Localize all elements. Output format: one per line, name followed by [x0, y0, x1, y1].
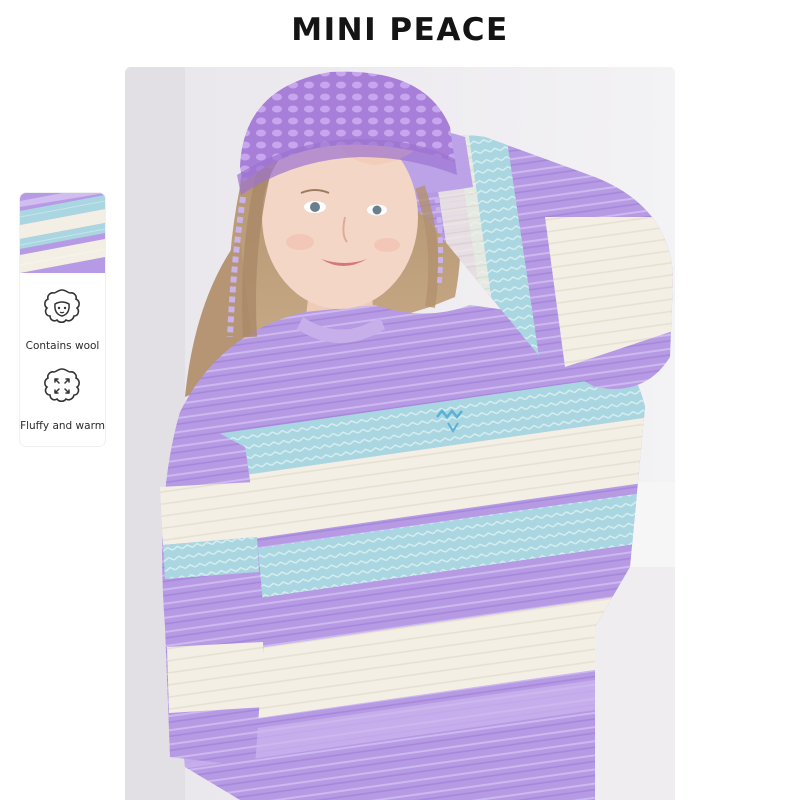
warm-fluffy-icon: [44, 368, 80, 403]
feature-panel: Contains wool Fluffy and warm: [20, 193, 105, 446]
product-photo: [125, 67, 675, 800]
feature-warm: Fluffy and warm: [20, 359, 105, 445]
feature-wool: Contains wool: [20, 273, 105, 359]
feature-label: Fluffy and warm: [20, 420, 105, 432]
feature-label: Contains wool: [25, 340, 100, 352]
sheep-icon: [44, 289, 80, 324]
brand-logo: MINI PEACE: [291, 12, 509, 48]
fabric-swatch: [20, 193, 105, 273]
